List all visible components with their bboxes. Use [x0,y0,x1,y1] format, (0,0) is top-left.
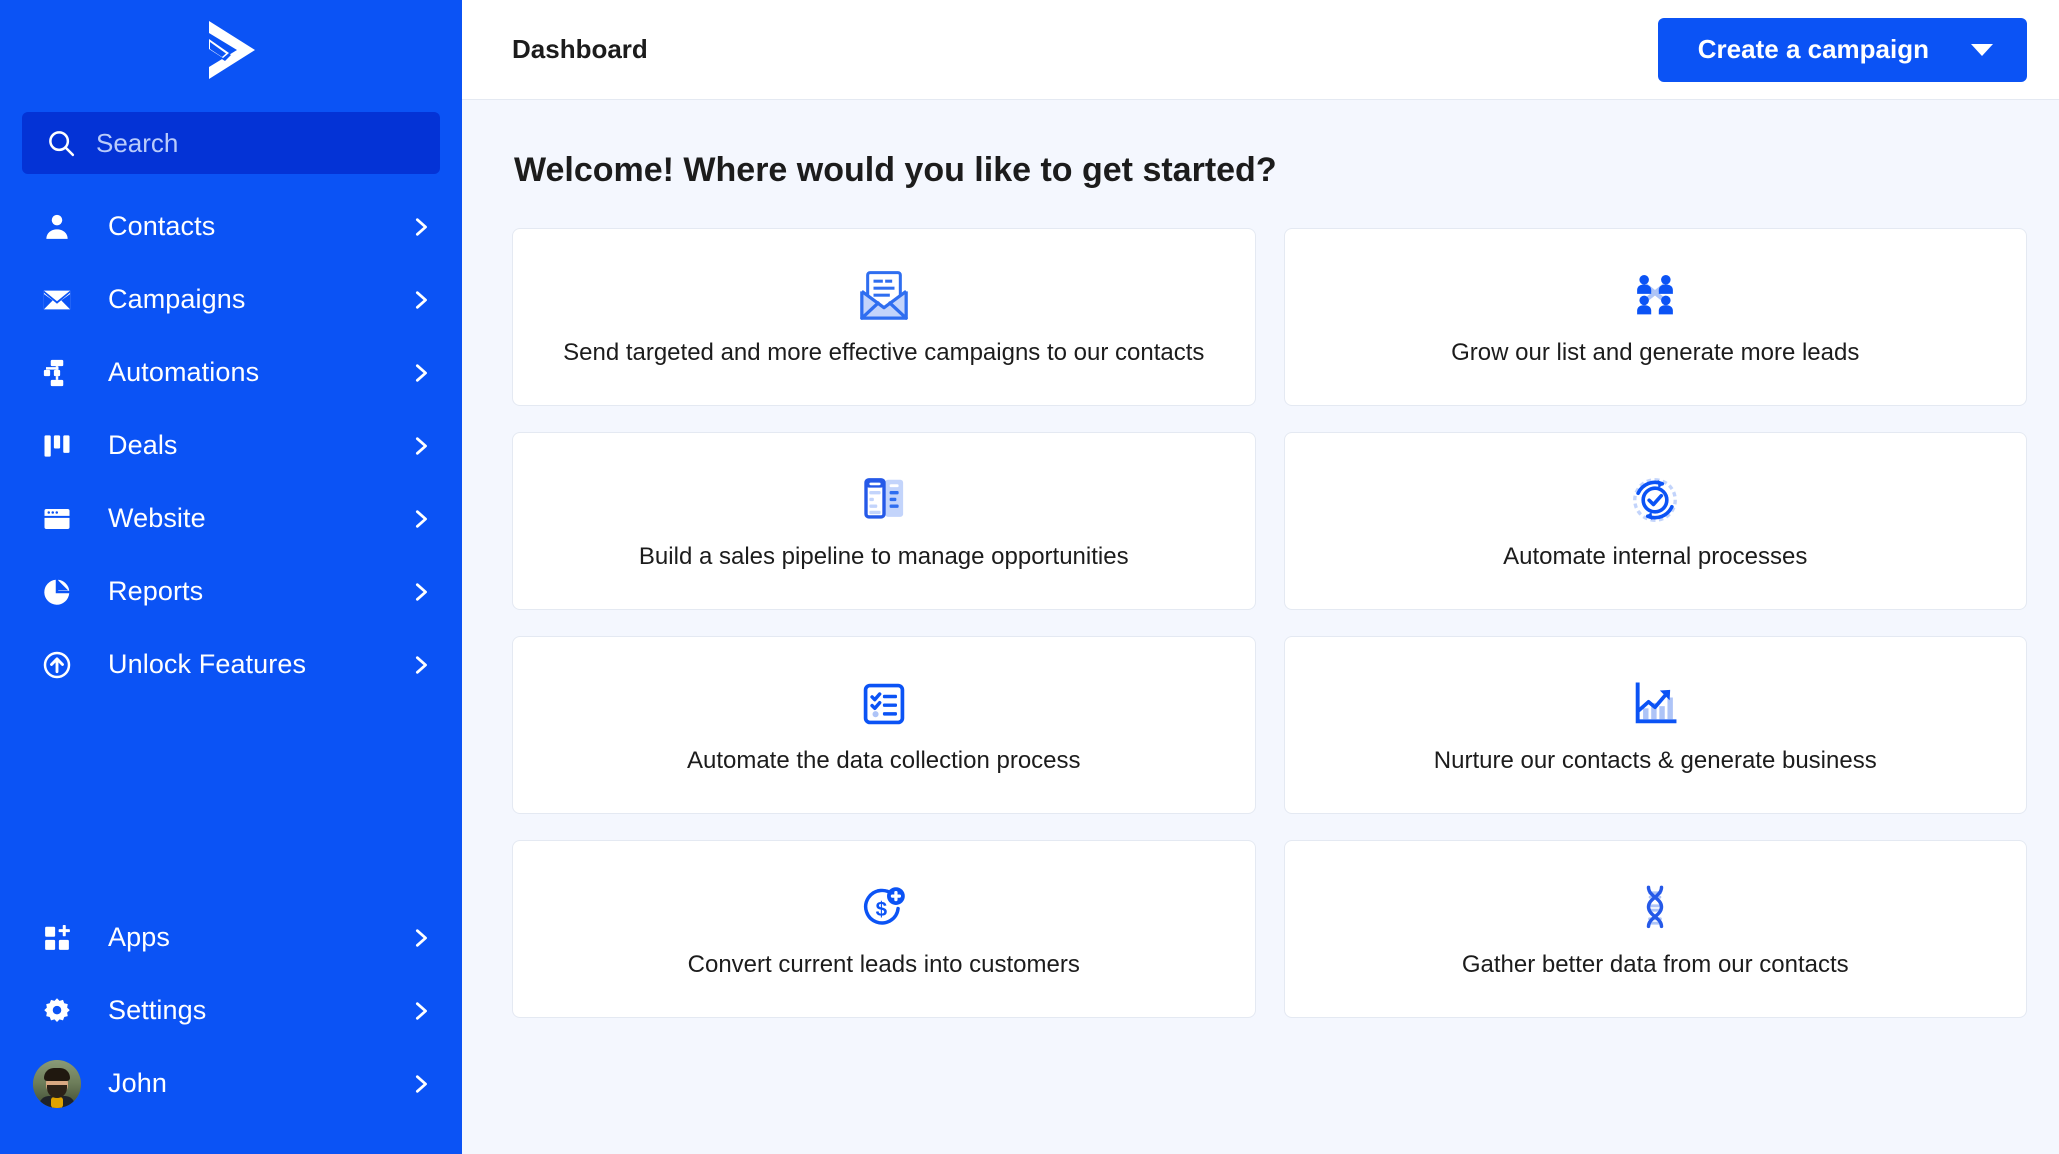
envelope-icon [34,285,80,315]
pie-chart-icon [34,577,80,607]
browser-window-icon [34,504,80,534]
sidebar-item-label: Deals [108,430,178,460]
checklist-icon [858,673,910,735]
card-label: Convert current leads into customers [687,950,1080,978]
chevron-right-icon [410,289,432,311]
chevron-right-icon [410,435,432,457]
sidebar-item-label: Settings [108,995,207,1025]
sidebar-item-label: John [108,1068,167,1098]
avatar [33,1059,81,1108]
svg-text:$: $ [875,898,887,921]
sidebar-item-label: Apps [108,922,170,952]
card-label: Gather better data from our contacts [1461,950,1849,978]
card-automate-processes[interactable]: Automate internal processes [1283,432,2027,610]
activecampaign-logo-icon [209,21,255,79]
chevron-right-icon [410,1000,432,1022]
arrow-up-circle-icon [34,650,80,680]
sitemap-icon [34,358,80,388]
app-logo[interactable] [0,0,462,100]
sidebar-nav: Contacts Campaigns Automations Deals Web… [0,190,462,701]
sync-check-icon [1628,469,1682,531]
people-group-icon [1629,265,1681,327]
sidebar-bottom-nav: Apps Settings John [0,901,462,1154]
chevron-right-icon [410,1073,432,1095]
card-label: Grow our list and generate more leads [1451,338,1860,366]
sidebar-item-automations[interactable]: Automations [0,336,462,409]
sidebar-item-user-profile[interactable]: John [0,1047,462,1120]
getting-started-card-grid: Send targeted and more effective campaig… [512,228,2027,1018]
page-title: Dashboard [512,34,648,64]
sidebar-item-label: Reports [108,576,204,606]
topbar: Dashboard Create a campaign [462,0,2059,100]
search-icon [46,128,76,158]
chevron-right-icon [410,654,432,676]
sidebar-item-label: Website [108,503,206,533]
sidebar-item-unlock-features[interactable]: Unlock Features [0,628,462,701]
main-area: Dashboard Create a campaign Welcome! Whe… [462,0,2059,1154]
sidebar-item-deals[interactable]: Deals [0,409,462,482]
sidebar-item-label: Contacts [108,211,216,241]
search-box[interactable] [22,112,440,174]
caret-down-icon[interactable] [1971,43,1993,56]
growth-chart-icon [1629,673,1681,735]
card-label: Automate the data collection process [686,746,1081,774]
create-campaign-label: Create a campaign [1697,34,1929,64]
create-campaign-button[interactable]: Create a campaign [1657,17,2027,82]
sidebar-item-reports[interactable]: Reports [0,555,462,628]
sidebar-item-label: Unlock Features [108,649,307,679]
chevron-right-icon [410,927,432,949]
chevron-right-icon [410,216,432,238]
sidebar: Contacts Campaigns [0,0,462,1154]
sidebar-item-contacts[interactable]: Contacts [0,190,462,263]
app-root: Contacts Campaigns [0,0,2059,1154]
dollar-plus-icon: $ [858,877,910,939]
sidebar-item-label: Automations [108,357,260,387]
card-label: Build a sales pipeline to manage opportu… [638,542,1129,570]
chevron-right-icon [410,508,432,530]
sidebar-item-settings[interactable]: Settings [0,974,462,1047]
card-send-campaigns[interactable]: Send targeted and more effective campaig… [512,228,1256,406]
person-icon [34,212,80,242]
sidebar-item-website[interactable]: Website [0,482,462,555]
card-convert-leads[interactable]: $ Convert current leads into customers [512,840,1256,1018]
card-sales-pipeline[interactable]: Build a sales pipeline to manage opportu… [512,432,1256,610]
dna-helix-icon [1629,877,1681,939]
card-nurture-contacts[interactable]: Nurture our contacts & generate business [1283,636,2027,814]
apps-grid-plus-icon [34,923,80,953]
sidebar-item-apps[interactable]: Apps [0,901,462,974]
sidebar-item-campaigns[interactable]: Campaigns [0,263,462,336]
card-label: Automate internal processes [1503,542,1808,570]
welcome-heading: Welcome! Where would you like to get sta… [514,151,1277,189]
sidebar-item-label: Campaigns [108,284,246,314]
gear-icon [34,996,80,1026]
envelope-open-icon [856,265,912,327]
dashboard-content: Welcome! Where would you like to get sta… [462,100,2059,1154]
chevron-right-icon [410,581,432,603]
card-grow-list[interactable]: Grow our list and generate more leads [1283,228,2027,406]
chevron-right-icon [410,362,432,384]
card-label: Send targeted and more effective campaig… [563,338,1205,366]
card-data-collection[interactable]: Automate the data collection process [512,636,1256,814]
search-input[interactable] [96,127,440,159]
card-label: Nurture our contacts & generate business [1433,746,1877,774]
columns-icon [34,431,80,461]
pipeline-columns-icon [857,469,911,531]
card-gather-data[interactable]: Gather better data from our contacts [1283,840,2027,1018]
